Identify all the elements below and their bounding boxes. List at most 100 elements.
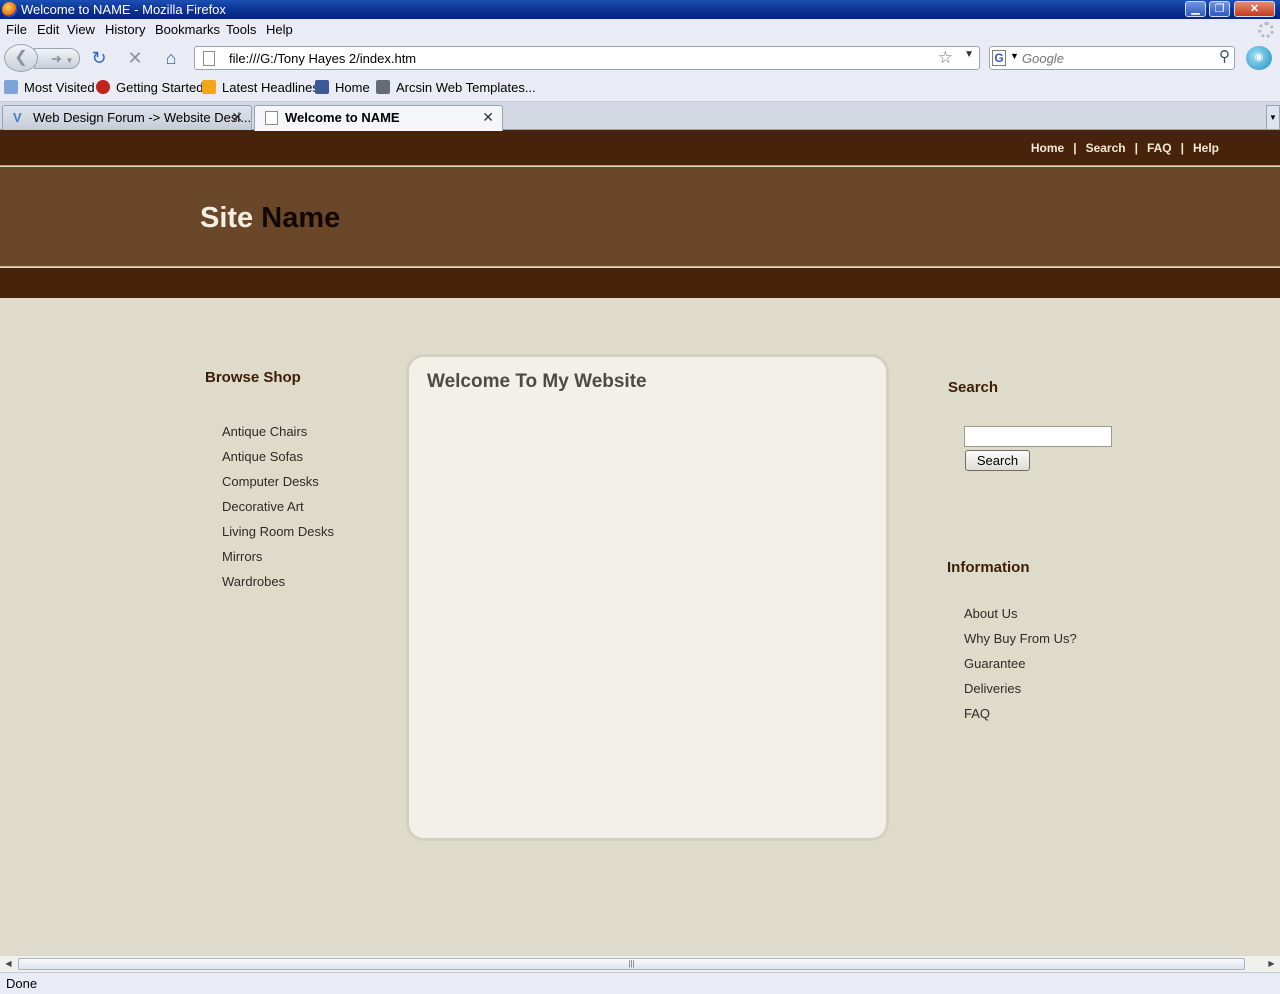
reload-button[interactable]: ↻ (88, 47, 110, 69)
home-button[interactable]: ⌂ (160, 47, 182, 69)
information-list: About Us Why Buy From Us? Guarantee Deli… (947, 606, 1077, 731)
bookmark-most-visited[interactable]: Most Visited (4, 80, 95, 95)
site-top-bar: Home | Search | FAQ | Help (0, 130, 1280, 166)
search-engine-dropdown-icon[interactable]: ▼ (1010, 51, 1019, 61)
welcome-heading: Welcome To My Website (427, 371, 647, 392)
status-text: Done (6, 976, 38, 991)
browse-shop-sidebar: Browse Shop Antique Chairs Antique Sofas… (205, 369, 395, 599)
search-bar[interactable]: G ▼ ⚲ (989, 46, 1235, 70)
browse-shop-list: Antique Chairs Antique Sofas Computer De… (205, 424, 395, 599)
tab-web-design-forum[interactable]: V Web Design Forum -> Website Desi... ✕ (2, 105, 252, 130)
activity-throbber-icon (1258, 22, 1274, 38)
tab-title: Web Design Forum -> Website Desi... (33, 110, 252, 125)
ladybug-icon (96, 80, 110, 94)
menu-history[interactable]: History (105, 22, 145, 37)
browse-shop-heading: Browse Shop (205, 369, 301, 386)
browse-link-antique-chairs[interactable]: Antique Chairs (222, 424, 395, 449)
bookmark-label: Home (335, 80, 370, 95)
info-link-why-buy[interactable]: Why Buy From Us? (964, 631, 1077, 656)
site-title-part2: Name (261, 202, 341, 234)
info-link-about-us[interactable]: About Us (964, 606, 1077, 631)
browse-link-mirrors[interactable]: Mirrors (222, 549, 395, 574)
menu-bookmarks[interactable]: Bookmarks (155, 22, 220, 37)
tab-title: Welcome to NAME (285, 110, 400, 125)
arcsin-icon (376, 80, 390, 94)
url-text[interactable]: file:///G:/Tony Hayes 2/index.htm (229, 51, 416, 66)
nav-link-faq[interactable]: FAQ (1147, 141, 1172, 155)
browse-link-living-room-desks[interactable]: Living Room Desks (222, 524, 395, 549)
url-dropdown-icon[interactable]: ▼ (964, 49, 974, 60)
horizontal-scrollbar[interactable]: ◀ ||| ▶ (0, 955, 1280, 972)
stop-icon: ✕ (127, 48, 143, 68)
url-bar[interactable]: file:///G:/Tony Hayes 2/index.htm ☆ ▼ (194, 46, 980, 70)
info-link-faq[interactable]: FAQ (964, 706, 1077, 731)
browse-link-decorative-art[interactable]: Decorative Art (222, 499, 395, 524)
back-button[interactable]: ❮ (4, 44, 38, 72)
menu-tools[interactable]: Tools (226, 22, 256, 37)
bookmark-label: Most Visited (24, 80, 95, 95)
nav-link-help[interactable]: Help (1193, 141, 1219, 155)
minimize-button[interactable]: ▁ (1185, 1, 1206, 17)
back-icon: ❮ (14, 49, 28, 66)
page-icon (265, 111, 278, 125)
tab-close-icon[interactable]: ✕ (482, 106, 494, 129)
browse-link-computer-desks[interactable]: Computer Desks (222, 474, 395, 499)
tab-close-icon[interactable]: ✕ (231, 106, 243, 129)
menu-edit[interactable]: Edit (37, 22, 59, 37)
bookmark-latest-headlines[interactable]: Latest Headlines (202, 80, 319, 95)
menu-help[interactable]: Help (266, 22, 293, 37)
page-icon (203, 51, 215, 66)
bookmark-getting-started[interactable]: Getting Started (96, 80, 203, 95)
site-title: Site Name (200, 202, 340, 235)
menu-view[interactable]: View (67, 22, 95, 37)
scrollbar-thumb[interactable]: ||| (18, 958, 1245, 970)
site-title-part1: Site (200, 202, 254, 234)
bookmark-label: Getting Started (116, 80, 204, 95)
stop-button[interactable]: ✕ (124, 47, 146, 69)
smart-bookmark-icon (4, 80, 18, 94)
addon-icon[interactable]: ◉ (1246, 46, 1272, 70)
close-button[interactable]: ✕ (1234, 1, 1275, 17)
nav-separator: | (1134, 141, 1138, 155)
site-search-button[interactable]: Search (965, 450, 1030, 471)
right-sidebar: Search Search Information About Us Why B… (947, 379, 1147, 721)
navigation-toolbar: ➜ ▼ ❮ ↻ ✕ ⌂ file:///G:/Tony Hayes 2/inde… (0, 41, 1280, 75)
browser-search-input[interactable] (1022, 49, 1208, 67)
bookmark-label: Latest Headlines (222, 80, 319, 95)
info-link-deliveries[interactable]: Deliveries (964, 681, 1077, 706)
site-header: Site Name (0, 167, 1280, 267)
bookmark-home[interactable]: Home (315, 80, 370, 95)
google-icon[interactable]: G (992, 50, 1006, 66)
site-search-input[interactable] (964, 426, 1112, 447)
maximize-button[interactable]: ❐ (1209, 1, 1230, 17)
info-link-guarantee[interactable]: Guarantee (964, 656, 1077, 681)
menu-file[interactable]: File (6, 22, 27, 37)
tab-list-button[interactable]: ▼ (1266, 105, 1280, 130)
window-titlebar: Welcome to NAME - Mozilla Firefox ▁ ❐ ✕ (0, 0, 1280, 19)
scroll-right-icon[interactable]: ▶ (1263, 956, 1280, 973)
bookmarks-toolbar: Most Visited Getting Started Latest Head… (0, 75, 1280, 102)
nav-separator: | (1073, 141, 1077, 155)
nav-separator: | (1180, 141, 1184, 155)
star-icon[interactable]: ☆ (938, 48, 953, 68)
rss-icon (202, 80, 216, 94)
nav-link-home[interactable]: Home (1031, 141, 1064, 155)
window-title: Welcome to NAME - Mozilla Firefox (21, 2, 226, 17)
information-heading: Information (947, 559, 1030, 576)
browse-link-antique-sofas[interactable]: Antique Sofas (222, 449, 395, 474)
web-page: Home | Search | FAQ | Help Site Name Browse Sh… (0, 130, 1280, 955)
bookmark-label: Arcsin Web Templates... (396, 80, 536, 95)
bookmark-arcsin[interactable]: Arcsin Web Templates... (376, 80, 536, 95)
magnifier-icon[interactable]: ⚲ (1219, 47, 1230, 65)
tab-strip: V Web Design Forum -> Website Desi... ✕ … (0, 102, 1280, 131)
browse-link-wardrobes[interactable]: Wardrobes (222, 574, 395, 599)
forward-button[interactable]: ➜ ▼ (34, 48, 80, 69)
nav-link-search[interactable]: Search (1086, 141, 1126, 155)
home-icon: ⌂ (165, 48, 177, 68)
facebook-icon (315, 80, 329, 94)
site-sub-bar (0, 268, 1280, 298)
status-bar: Done (0, 972, 1280, 994)
forward-icon: ➜ (51, 51, 62, 66)
scroll-left-icon[interactable]: ◀ (0, 956, 17, 973)
tab-welcome[interactable]: Welcome to NAME ✕ (254, 105, 503, 131)
